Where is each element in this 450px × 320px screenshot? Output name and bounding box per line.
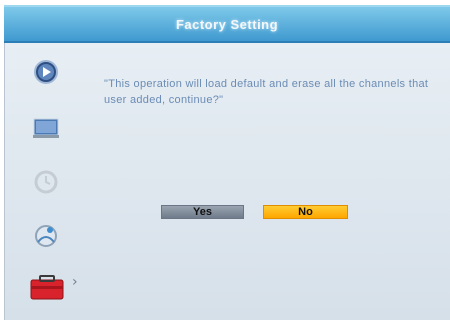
monitor-icon (33, 118, 59, 138)
factory-setting-screen: Factory Setting › "This operation will l… (0, 0, 450, 320)
sidebar-item-picture[interactable] (28, 112, 68, 144)
yes-button[interactable]: Yes (161, 205, 244, 219)
sidebar-item-network[interactable] (28, 220, 68, 252)
clock-icon (34, 170, 58, 194)
sidebar-item-system[interactable] (28, 270, 68, 302)
page-title: Factory Setting (175, 16, 279, 32)
title-bar: Factory Setting (4, 5, 450, 43)
chevron-right-icon: › (72, 274, 78, 290)
no-button-label: No (298, 206, 313, 218)
yes-button-label: Yes (193, 206, 212, 218)
confirmation-message: "This operation will load default and er… (104, 78, 429, 106)
media-play-icon (34, 60, 58, 84)
sidebar-item-media[interactable] (28, 56, 68, 88)
toolbox-icon (30, 275, 64, 300)
no-button[interactable]: No (263, 205, 348, 219)
globe-icon (35, 225, 57, 247)
sidebar-item-time[interactable] (28, 166, 68, 198)
